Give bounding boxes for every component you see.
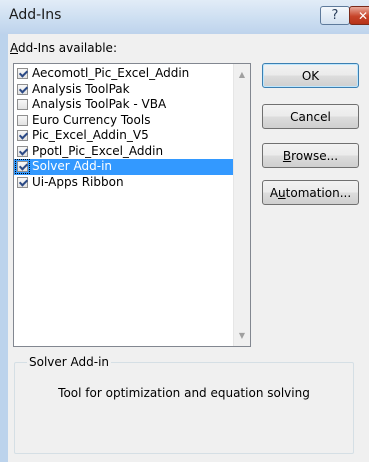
- automation-mnemonic: u: [278, 185, 286, 200]
- description-groupbox: [14, 362, 354, 454]
- automation-button[interactable]: Au tomation...: [262, 180, 359, 205]
- list-item[interactable]: Analysis ToolPak: [14, 82, 233, 98]
- browse-button-label: rowse...: [291, 148, 339, 163]
- title-bar[interactable]: Add-Ins ? ✕: [0, 0, 369, 34]
- addin-checkbox[interactable]: [17, 68, 28, 80]
- addin-label: Euro Currency Tools: [32, 112, 151, 127]
- add-ins-dialog: Add-Ins ? ✕ Add-Ins available: Aecomotl_…: [0, 0, 369, 462]
- ok-button-label: OK: [301, 68, 320, 83]
- list-item[interactable]: Aecomotl_Pic_Excel_Addin: [14, 66, 233, 82]
- add-ins-available-label: Add-Ins available:: [10, 41, 117, 55]
- cancel-button[interactable]: Cancel: [262, 104, 359, 129]
- browse-mnemonic: B: [282, 148, 292, 163]
- addin-checkbox[interactable]: [17, 176, 28, 188]
- addin-label: Analysis ToolPak - VBA: [32, 97, 167, 112]
- addin-label: Solver Add-in: [32, 159, 113, 174]
- addin-label: Aecomotl_Pic_Excel_Addin: [32, 66, 190, 81]
- addin-checkbox[interactable]: [17, 145, 28, 157]
- automation-prefix: A: [269, 185, 279, 200]
- list-item[interactable]: Solver Add-in: [14, 159, 233, 175]
- addin-checkbox[interactable]: [17, 130, 28, 142]
- add-ins-list: Aecomotl_Pic_Excel_Addin Analysis ToolPak…: [14, 64, 233, 346]
- list-item[interactable]: Analysis ToolPak - VBA: [14, 97, 233, 113]
- list-item[interactable]: Pic_Excel_Addin_V5: [14, 128, 233, 144]
- addin-label: Ui-Apps Ribbon: [32, 174, 124, 189]
- addin-checkbox[interactable]: [17, 83, 28, 95]
- question-mark-icon: ?: [331, 8, 339, 23]
- cancel-button-label: Cancel: [290, 109, 331, 124]
- window-title: Add-Ins: [9, 7, 62, 23]
- addin-label: Analysis ToolPak: [32, 81, 130, 96]
- help-button[interactable]: ?: [320, 6, 350, 25]
- addin-checkbox[interactable]: [15, 159, 30, 175]
- close-button[interactable]: ✕: [349, 6, 369, 25]
- list-item[interactable]: Euro Currency Tools: [14, 113, 233, 129]
- scroll-up-arrow-icon[interactable]: ▲: [234, 66, 250, 83]
- add-ins-label-text: dd-Ins available:: [18, 41, 117, 55]
- browse-button[interactable]: Browse...: [262, 143, 359, 168]
- list-item[interactable]: Ui-Apps Ribbon: [14, 175, 233, 191]
- close-icon: ✕: [357, 8, 369, 23]
- add-ins-listbox[interactable]: Aecomotl_Pic_Excel_Addin Analysis ToolPak…: [13, 63, 251, 347]
- addin-checkbox[interactable]: [17, 114, 28, 126]
- selected-addin-title: Solver Add-in: [27, 355, 112, 369]
- automation-button-label: tomation...: [285, 185, 352, 200]
- addin-label: Ppotl_Pic_Excel_Addin: [32, 143, 164, 158]
- scroll-down-arrow-icon[interactable]: ▼: [234, 327, 250, 344]
- vertical-scrollbar[interactable]: ▲ ▼: [233, 64, 250, 346]
- selected-addin-description: Tool for optimization and equation solvi…: [58, 386, 310, 400]
- addin-label: Pic_Excel_Addin_V5: [32, 128, 149, 143]
- ok-button[interactable]: OK: [262, 63, 359, 88]
- add-ins-label-mnemonic: A: [10, 41, 18, 55]
- addin-checkbox[interactable]: [17, 99, 28, 111]
- list-item[interactable]: Ppotl_Pic_Excel_Addin: [14, 144, 233, 160]
